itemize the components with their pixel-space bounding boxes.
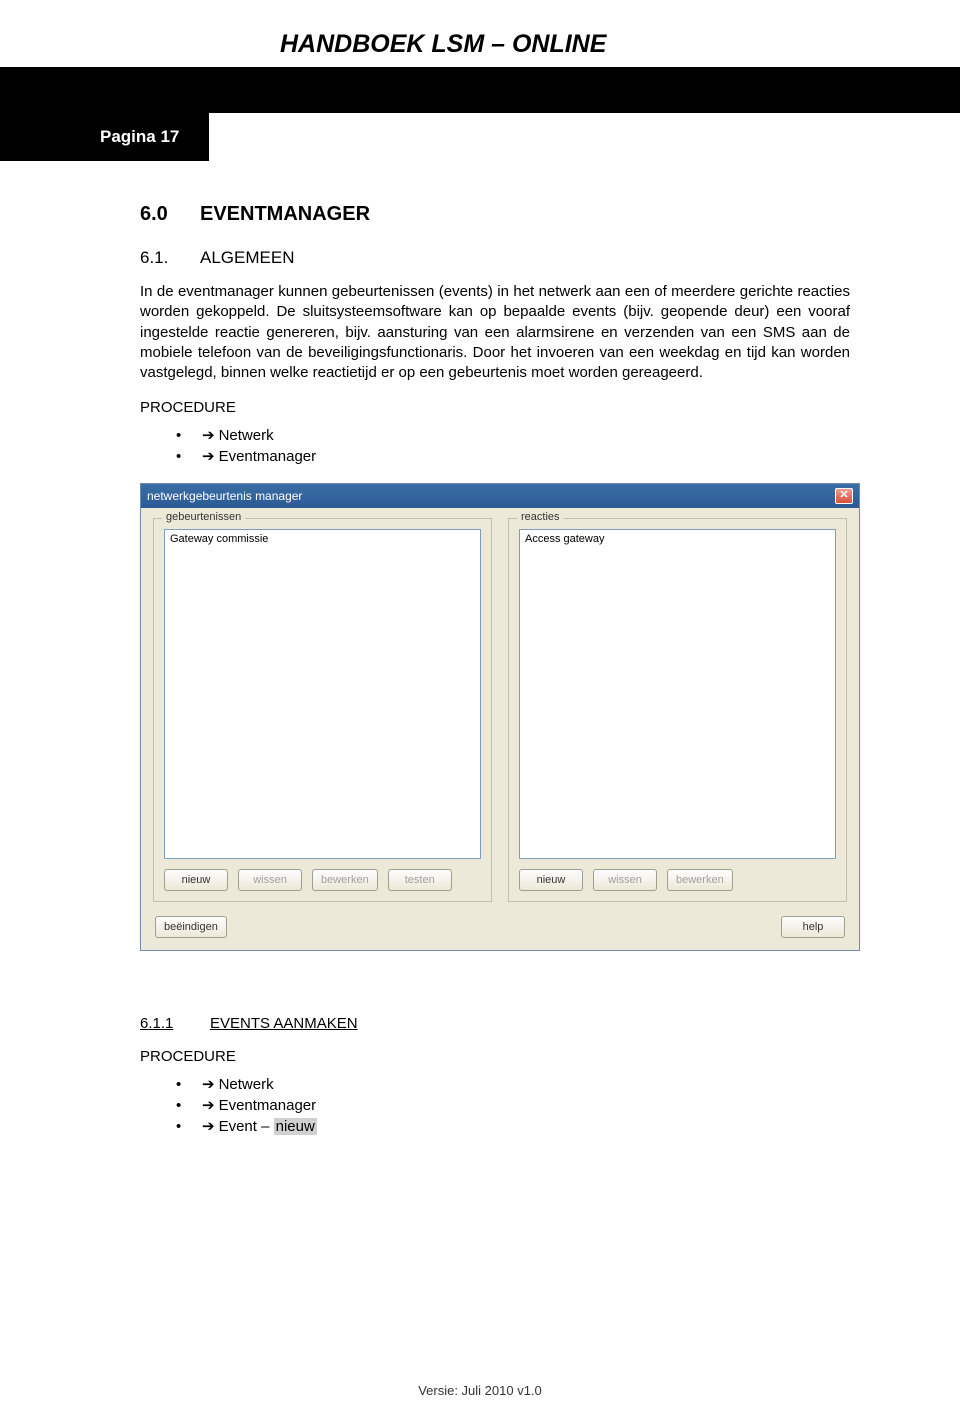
reactions-listbox[interactable]: Access gateway	[519, 529, 836, 859]
procedure-item-text: Eventmanager	[219, 448, 317, 465]
list-item[interactable]: Gateway commissie	[170, 533, 475, 545]
procedure-item-text: Eventmanager	[219, 1097, 317, 1114]
procedure-list: ➔Netwerk ➔Eventmanager ➔Event – nieuw	[140, 1075, 850, 1135]
test-button[interactable]: testen	[388, 869, 452, 891]
section-title: EVENTMANAGER	[200, 203, 370, 225]
section-number: 6.1.1	[140, 1015, 210, 1032]
events-listbox[interactable]: Gateway commissie	[164, 529, 481, 859]
edit-button[interactable]: bewerken	[667, 869, 733, 891]
edit-button[interactable]: bewerken	[312, 869, 378, 891]
list-item[interactable]: Access gateway	[525, 533, 830, 545]
procedure-item: ➔Netwerk	[176, 426, 850, 444]
dialog-window: netwerkgebeurtenis manager ✕ gebeurtenis…	[140, 483, 860, 951]
body-paragraph: In de eventmanager kunnen gebeurtenissen…	[140, 282, 850, 383]
document-title: HANDBOEK LSM – ONLINE	[100, 30, 860, 59]
close-dialog-button[interactable]: beëindigen	[155, 916, 227, 938]
procedure-item-text: Netwerk	[219, 427, 274, 444]
procedure-item-text: Netwerk	[219, 1076, 274, 1093]
procedure-item: ➔Eventmanager	[176, 1096, 850, 1114]
section-number: 6.0	[140, 203, 200, 226]
dialog-title: netwerkgebeurtenis manager	[147, 489, 302, 503]
events-legend: gebeurtenissen	[162, 511, 245, 523]
section-heading-6-1: 6.1.ALGEMEEN	[140, 248, 850, 268]
procedure-label: PROCEDURE	[140, 1048, 850, 1065]
section-number: 6.1.	[140, 248, 200, 268]
procedure-list: ➔Netwerk ➔Eventmanager	[140, 426, 850, 465]
arrow-icon: ➔	[202, 1097, 215, 1114]
help-button[interactable]: help	[781, 916, 845, 938]
procedure-label: PROCEDURE	[140, 399, 850, 416]
new-button[interactable]: nieuw	[519, 869, 583, 891]
dialog-titlebar: netwerkgebeurtenis manager ✕	[141, 484, 859, 508]
page-number-tab: Pagina 17	[0, 113, 209, 161]
new-button[interactable]: nieuw	[164, 869, 228, 891]
reactions-legend: reacties	[517, 511, 564, 523]
arrow-icon: ➔	[202, 427, 215, 444]
highlighted-text: nieuw	[274, 1118, 317, 1135]
page-footer: Versie: Juli 2010 v1.0	[0, 1383, 960, 1398]
arrow-icon: ➔	[202, 1076, 215, 1093]
section-title: ALGEMEEN	[200, 248, 294, 267]
procedure-item-text: Event –	[219, 1118, 274, 1135]
events-fieldset: gebeurtenissen Gateway commissie nieuw w…	[153, 518, 492, 902]
section-heading-6-1-1: 6.1.1EVENTS AANMAKEN	[140, 1015, 850, 1032]
procedure-item: ➔Eventmanager	[176, 447, 850, 465]
arrow-icon: ➔	[202, 1118, 215, 1135]
delete-button[interactable]: wissen	[238, 869, 302, 891]
section-heading-6-0: 6.0EVENTMANAGER	[140, 203, 850, 226]
procedure-item: ➔Netwerk	[176, 1075, 850, 1093]
delete-button[interactable]: wissen	[593, 869, 657, 891]
procedure-item: ➔Event – nieuw	[176, 1117, 850, 1135]
arrow-icon: ➔	[202, 448, 215, 465]
header-bar: Pagina 17	[0, 67, 960, 113]
section-title: EVENTS AANMAKEN	[210, 1015, 358, 1032]
reactions-fieldset: reacties Access gateway nieuw wissen bew…	[508, 518, 847, 902]
close-icon[interactable]: ✕	[835, 488, 853, 504]
